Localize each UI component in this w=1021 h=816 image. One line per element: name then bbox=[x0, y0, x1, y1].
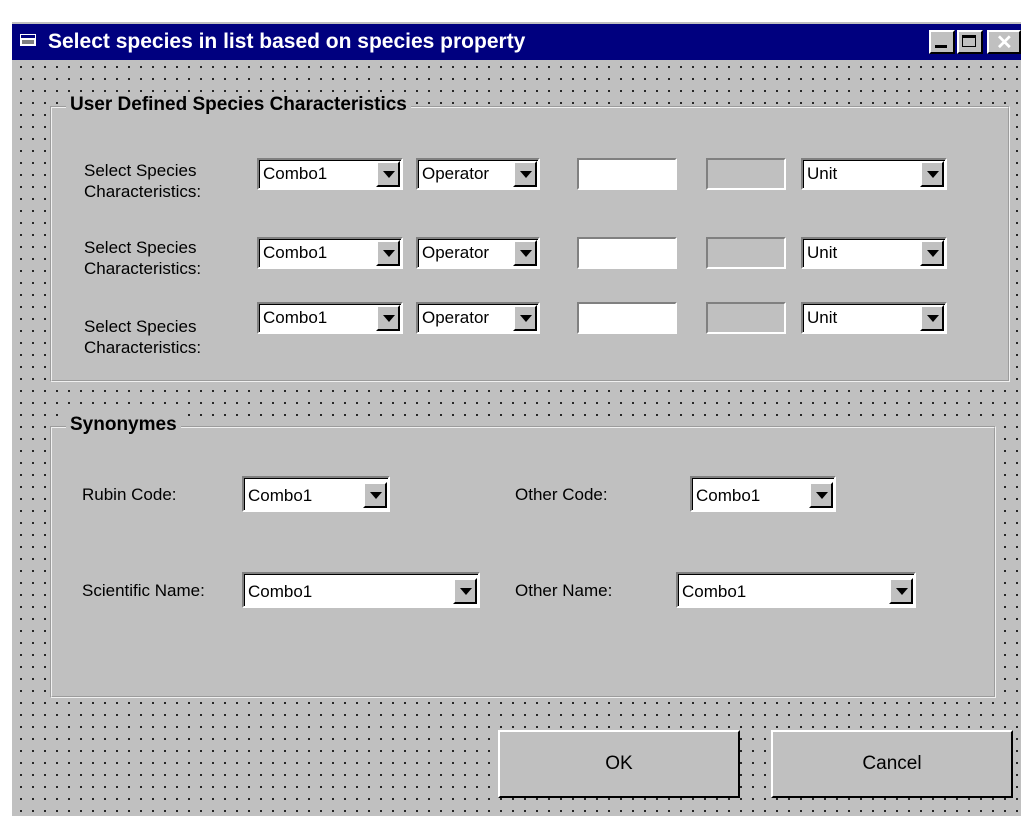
chevron-down-icon[interactable] bbox=[513, 161, 537, 187]
rubin-code-value: Combo1 bbox=[248, 486, 313, 505]
other-code-label: Other Code: bbox=[515, 485, 608, 504]
operator-combo-3-value: Operator bbox=[422, 308, 490, 327]
value-input-2[interactable] bbox=[577, 237, 677, 269]
other-name-value: Combo1 bbox=[682, 582, 747, 601]
ok-button[interactable]: OK bbox=[498, 730, 740, 798]
chevron-down-icon[interactable] bbox=[376, 161, 400, 187]
characteristic-label-2: Select Species Characteristics: bbox=[84, 238, 202, 278]
value-input-3[interactable] bbox=[577, 302, 677, 334]
rubin-code-combo[interactable]: Combo1 bbox=[242, 476, 390, 512]
unit-combo-1[interactable]: Unit bbox=[801, 158, 947, 190]
maximize-button[interactable] bbox=[957, 30, 983, 54]
chevron-down-icon[interactable] bbox=[376, 305, 400, 331]
other-code-value: Combo1 bbox=[696, 486, 761, 505]
unit-combo-2[interactable]: Unit bbox=[801, 237, 947, 269]
synonymes-frame: Synonymes bbox=[50, 414, 996, 698]
app-icon bbox=[20, 32, 38, 48]
operator-combo-3[interactable]: Operator bbox=[416, 302, 540, 334]
close-button[interactable]: ✕ bbox=[987, 30, 1021, 54]
chevron-down-icon[interactable] bbox=[376, 240, 400, 266]
characteristic-combo-3[interactable]: Combo1 bbox=[257, 302, 403, 334]
chevron-down-icon[interactable] bbox=[920, 240, 944, 266]
close-icon: ✕ bbox=[996, 32, 1013, 54]
operator-combo-2-value: Operator bbox=[422, 243, 490, 262]
chevron-down-icon[interactable] bbox=[920, 161, 944, 187]
chevron-down-icon[interactable] bbox=[513, 305, 537, 331]
other-name-label: Other Name: bbox=[515, 581, 613, 600]
chevron-down-icon[interactable] bbox=[809, 482, 833, 508]
chevron-down-icon[interactable] bbox=[920, 305, 944, 331]
unit-combo-3[interactable]: Unit bbox=[801, 302, 947, 334]
characteristic-combo-1-value: Combo1 bbox=[263, 164, 328, 183]
scientific-name-label: Scientific Name: bbox=[82, 581, 205, 600]
chevron-down-icon[interactable] bbox=[513, 240, 537, 266]
scientific-name-combo[interactable]: Combo1 bbox=[242, 572, 480, 608]
chevron-down-icon[interactable] bbox=[363, 482, 387, 508]
other-code-combo[interactable]: Combo1 bbox=[690, 476, 836, 512]
rubin-code-label: Rubin Code: bbox=[82, 485, 177, 504]
synonymes-frame-title: Synonymes bbox=[66, 414, 181, 436]
characteristic-combo-3-value: Combo1 bbox=[263, 308, 328, 327]
characteristics-frame-title: User Defined Species Characteristics bbox=[66, 94, 411, 116]
value-input-1[interactable] bbox=[577, 158, 677, 190]
other-name-combo[interactable]: Combo1 bbox=[676, 572, 916, 608]
result-field-3 bbox=[706, 302, 786, 334]
cancel-button[interactable]: Cancel bbox=[771, 730, 1013, 798]
minimize-icon bbox=[935, 45, 947, 48]
result-field-1 bbox=[706, 158, 786, 190]
scientific-name-value: Combo1 bbox=[248, 582, 313, 601]
maximize-icon bbox=[962, 35, 976, 47]
window-title: Select species in list based on species … bbox=[48, 30, 526, 53]
characteristic-combo-1[interactable]: Combo1 bbox=[257, 158, 403, 190]
characteristic-label-3: Select Species Characteristics: bbox=[84, 317, 202, 357]
chevron-down-icon[interactable] bbox=[889, 578, 913, 604]
title-bar: Select species in list based on species … bbox=[12, 24, 1021, 60]
chevron-down-icon[interactable] bbox=[453, 578, 477, 604]
characteristic-combo-2-value: Combo1 bbox=[263, 243, 328, 262]
unit-combo-1-value: Unit bbox=[807, 164, 838, 183]
characteristic-combo-2[interactable]: Combo1 bbox=[257, 237, 403, 269]
unit-combo-2-value: Unit bbox=[807, 243, 838, 262]
operator-combo-1-value: Operator bbox=[422, 164, 490, 183]
unit-combo-3-value: Unit bbox=[807, 308, 838, 327]
characteristic-label-1: Select Species Characteristics: bbox=[84, 161, 202, 201]
result-field-2 bbox=[706, 237, 786, 269]
operator-combo-2[interactable]: Operator bbox=[416, 237, 540, 269]
minimize-button[interactable] bbox=[929, 30, 955, 54]
operator-combo-1[interactable]: Operator bbox=[416, 158, 540, 190]
